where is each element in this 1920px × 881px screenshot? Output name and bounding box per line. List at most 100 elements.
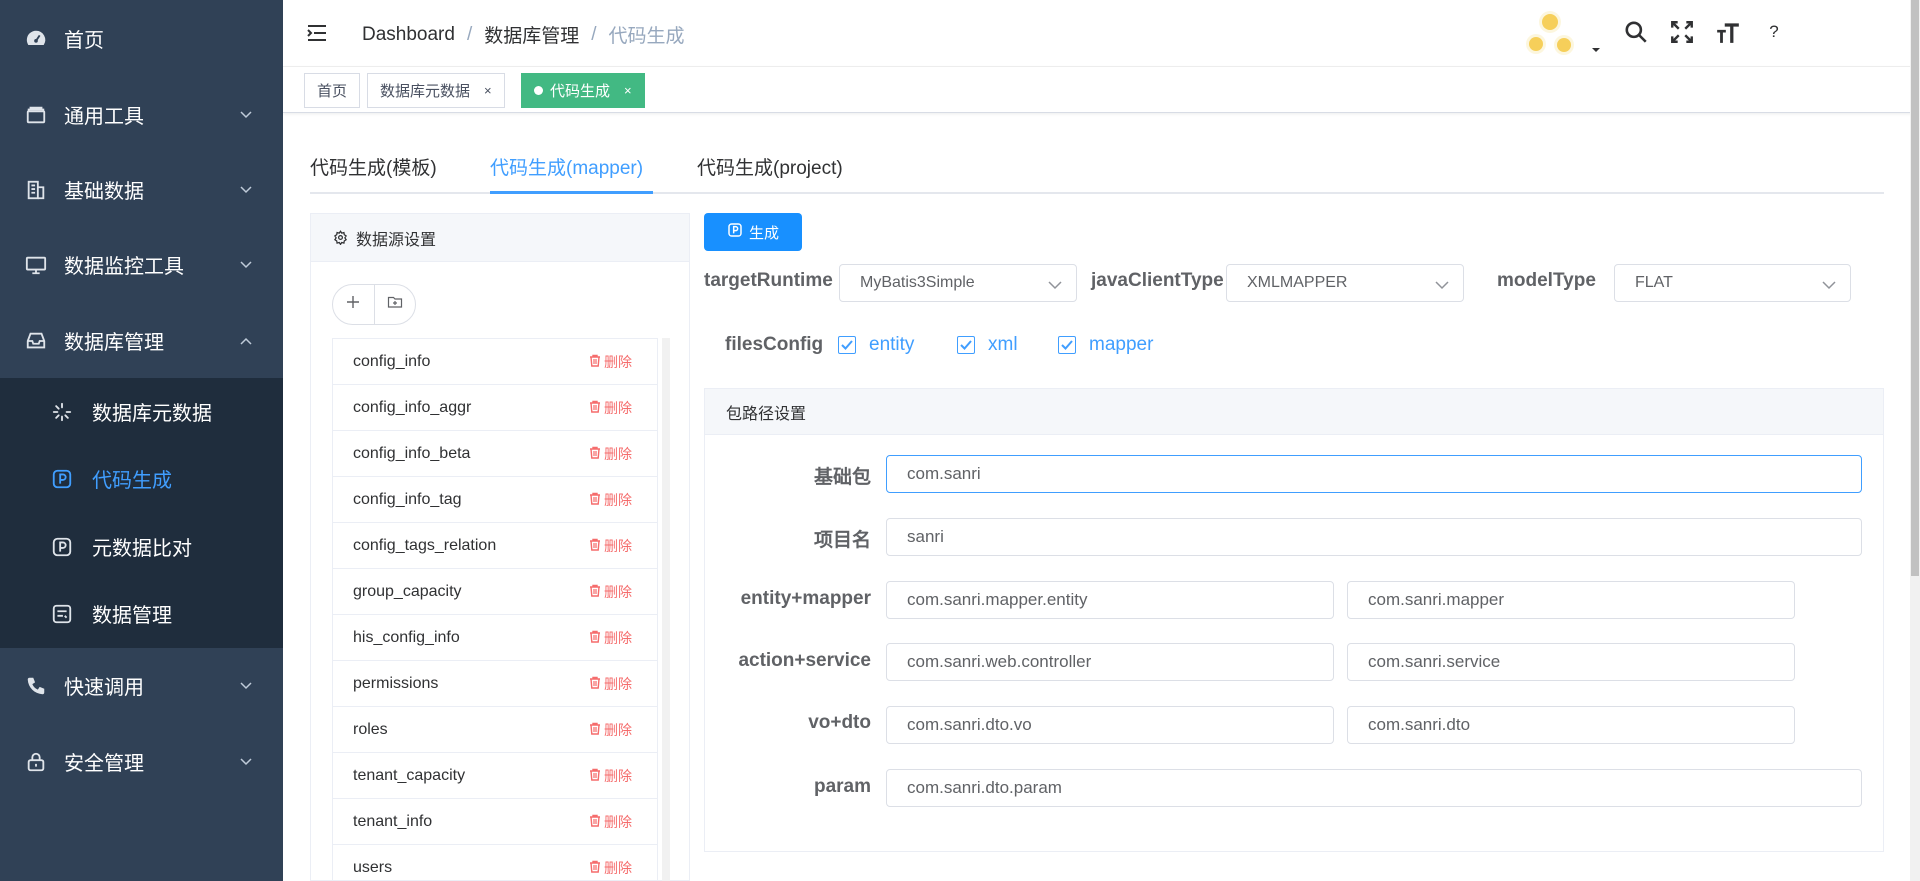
delete-button[interactable]: 删除 [589, 490, 632, 510]
table-row[interactable]: config_info_beta 删除 [333, 431, 657, 477]
trash-icon [589, 630, 601, 646]
submenu-item-meta-compare[interactable]: 元数据比对 [0, 513, 283, 580]
close-icon[interactable]: × [484, 83, 492, 98]
delete-button[interactable]: 删除 [589, 398, 632, 418]
submenu-item-label: 数据库元数据 [92, 403, 212, 425]
entity-mapper-label: entity+mapper [740, 588, 871, 609]
sidebar-item-home[interactable]: 首页 [0, 1, 283, 76]
generate-button[interactable]: 生成 [704, 213, 802, 251]
table-row[interactable]: group_capacity 删除 [333, 569, 657, 615]
table-name: permissions [353, 674, 439, 692]
breadcrumb-database[interactable]: 数据库管理 [484, 21, 579, 48]
submenu-item-code-gen[interactable]: 代码生成 [0, 445, 283, 512]
table-row[interactable]: config_info 删除 [333, 339, 657, 385]
submenu-database: 数据库元数据 代码生成 元数据比对 数据管理 [0, 378, 283, 648]
delete-button[interactable]: 删除 [589, 858, 632, 878]
close-icon[interactable]: × [624, 83, 632, 98]
dto-package-input[interactable]: com.sanri.dto [1347, 706, 1795, 744]
datasource-card-title: 数据源设置 [356, 231, 437, 249]
vo-package-input[interactable]: com.sanri.dto.vo [886, 706, 1334, 744]
chevron-down-icon [1435, 277, 1449, 295]
delete-button[interactable]: 删除 [589, 536, 632, 556]
action-service-label: action+service [738, 650, 871, 671]
delete-button[interactable]: 删除 [589, 582, 632, 602]
service-package-input[interactable]: com.sanri.service [1347, 643, 1795, 681]
table-row[interactable]: permissions 删除 [333, 661, 657, 707]
search-icon[interactable] [1622, 18, 1650, 46]
table-row[interactable]: tenant_info 删除 [333, 799, 657, 845]
table-row[interactable]: tenant_capacity 删除 [333, 753, 657, 799]
help-icon[interactable]: ? [1760, 18, 1788, 46]
checkbox-checked-icon [838, 336, 856, 354]
sidebar-item-tools[interactable]: 通用工具 [0, 77, 283, 152]
add-button[interactable] [333, 285, 374, 324]
controller-package-input[interactable]: com.sanri.web.controller [886, 643, 1334, 681]
target-runtime-select[interactable]: MyBatis3Simple [839, 264, 1077, 302]
delete-button[interactable]: 删除 [589, 628, 632, 648]
table-name: config_info [353, 352, 431, 370]
submenu-item-label: 元数据比对 [92, 538, 192, 560]
table-list-scrollbar[interactable] [662, 338, 670, 881]
tab-template[interactable]: 代码生成(模板) [310, 153, 437, 194]
checkbox-mapper[interactable]: mapper [1058, 334, 1153, 356]
checkbox-entity[interactable]: entity [838, 334, 914, 356]
sidebar-item-monitor[interactable]: 数据监控工具 [0, 227, 283, 302]
tag-db-metadata[interactable]: 数据库元数据 × [367, 73, 505, 108]
open-folder-button[interactable] [373, 285, 415, 324]
sidebar-item-database[interactable]: 数据库管理 [0, 303, 283, 378]
delete-button[interactable]: 删除 [589, 352, 632, 372]
chevron-down-icon [1048, 277, 1062, 295]
table-row[interactable]: users 删除 [333, 845, 657, 881]
table-row[interactable]: his_config_info 删除 [333, 615, 657, 661]
checkbox-xml[interactable]: xml [957, 334, 1018, 356]
delete-button[interactable]: 删除 [589, 766, 632, 786]
generate-button-label: 生成 [748, 224, 779, 242]
param-package-input[interactable]: com.sanri.dto.param [886, 769, 1862, 807]
tab-project[interactable]: 代码生成(project) [697, 153, 843, 194]
checkbox-checked-icon [1058, 336, 1076, 354]
table-name: tenant_capacity [353, 766, 466, 784]
table-row[interactable]: roles 删除 [333, 707, 657, 753]
hamburger-icon[interactable] [305, 21, 329, 45]
tag-code-gen[interactable]: 代码生成 × [521, 73, 645, 108]
delete-button[interactable]: 删除 [589, 812, 632, 832]
project-name-input[interactable]: sanri [886, 518, 1862, 556]
tag-home[interactable]: 首页 [304, 73, 361, 108]
fullscreen-icon[interactable] [1668, 18, 1696, 46]
breadcrumb-dashboard[interactable]: Dashboard [362, 24, 455, 46]
sidebar-item-label: 首页 [64, 30, 104, 52]
chevron-down-icon [239, 755, 253, 769]
sidebar-item-base-data[interactable]: 基础数据 [0, 152, 283, 227]
submenu-item-db-metadata[interactable]: 数据库元数据 [0, 378, 283, 445]
table-name: config_info_aggr [353, 398, 472, 416]
dashboard-icon [24, 27, 48, 51]
model-type-select[interactable]: FLAT [1614, 264, 1851, 302]
sidebar-item-label: 安全管理 [64, 753, 144, 775]
delete-button[interactable]: 删除 [589, 720, 632, 740]
base-package-input[interactable]: com.sanri [886, 455, 1862, 493]
base-package-label: 基础包 [813, 467, 871, 488]
table-row[interactable]: config_tags_relation 删除 [333, 523, 657, 569]
delete-button[interactable]: 删除 [589, 674, 632, 694]
table-name: config_tags_relation [353, 536, 497, 554]
entity-package-input[interactable]: com.sanri.mapper.entity [886, 581, 1334, 619]
table-row[interactable]: config_info_tag 删除 [333, 477, 657, 523]
submenu-item-data-manage[interactable]: 数据管理 [0, 580, 283, 647]
table-name: config_info_tag [353, 490, 462, 508]
page-scrollbar[interactable] [1910, 0, 1920, 881]
sidebar-item-label: 快速调用 [64, 677, 144, 699]
sidebar-item-security[interactable]: 安全管理 [0, 724, 283, 799]
mapper-package-input[interactable]: com.sanri.mapper [1347, 581, 1795, 619]
page-scrollbar-thumb[interactable] [1911, 0, 1919, 576]
sidebar-item-quick-call[interactable]: 快速调用 [0, 648, 283, 723]
font-size-icon[interactable] [1714, 18, 1742, 46]
tab-mapper[interactable]: 代码生成(mapper) [490, 153, 643, 194]
java-client-type-select[interactable]: XMLMAPPER [1226, 264, 1464, 302]
delete-button[interactable]: 删除 [589, 444, 632, 464]
avatar[interactable] [1522, 8, 1578, 58]
caret-down-icon[interactable] [1590, 42, 1602, 52]
target-runtime-label: targetRuntime [704, 270, 833, 291]
checkbox-checked-icon [957, 336, 975, 354]
monitor-icon [24, 253, 48, 277]
table-row[interactable]: config_info_aggr 删除 [333, 385, 657, 431]
